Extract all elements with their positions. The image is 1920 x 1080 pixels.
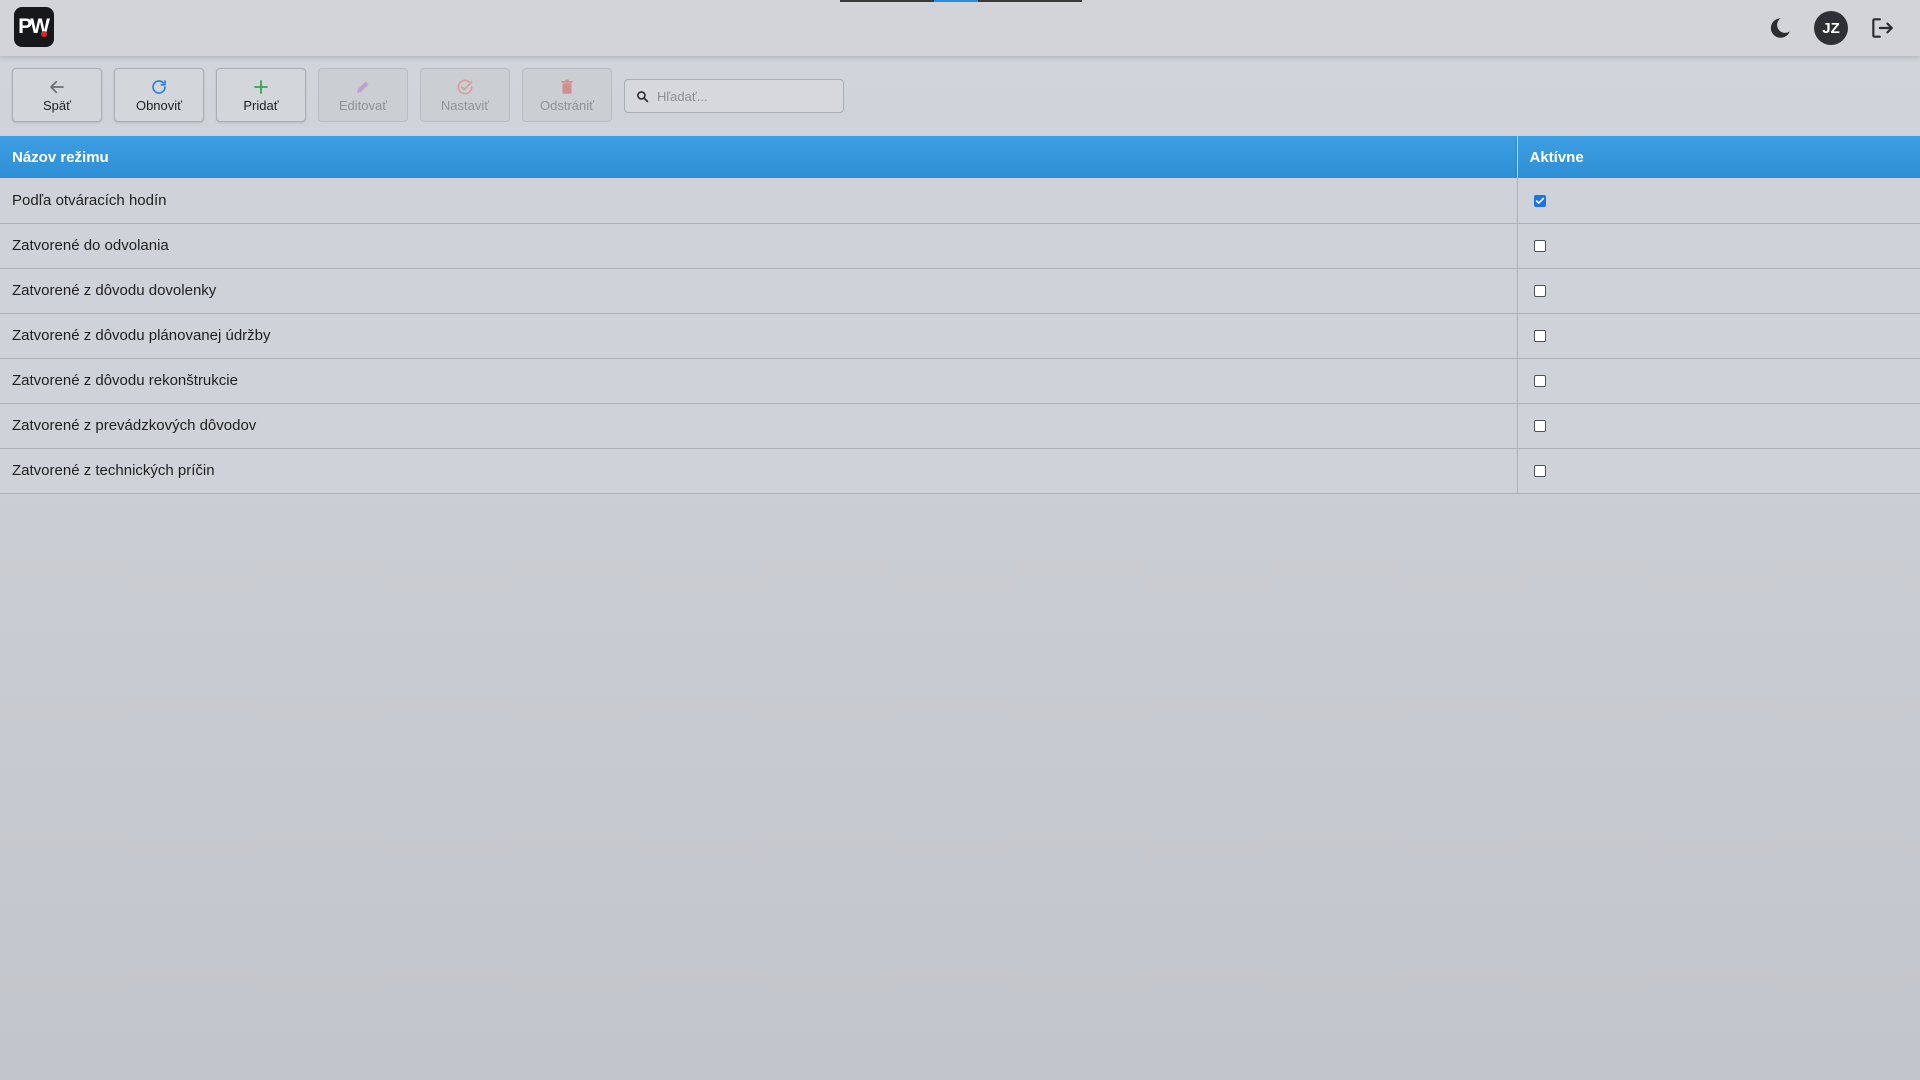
edit-button-label: Editovať <box>338 98 388 113</box>
set-button-label: Nastaviť <box>440 98 490 113</box>
back-button[interactable]: Späť <box>12 68 102 122</box>
search-box[interactable] <box>624 79 844 113</box>
mode-name-cell: Zatvorené z dôvodu rekonštrukcie <box>0 358 1518 404</box>
delete-button-label: Odstrániť <box>539 98 594 113</box>
active-checkbox[interactable] <box>1533 240 1546 252</box>
mode-name-cell: Podľa otváracích hodín <box>0 178 1518 224</box>
trash-icon <box>557 77 577 97</box>
logout-icon <box>1872 18 1893 38</box>
active-cell <box>1517 313 1920 359</box>
plus-icon <box>251 77 271 97</box>
app-page: PW JZ Späť Obnoviť Pridať Editovať Nasta… <box>0 0 1920 1080</box>
refresh-icon <box>149 77 169 97</box>
modes-table-container: Názov režimu Aktívne Podľa otváracích ho… <box>0 136 1920 494</box>
table-row[interactable]: Zatvorené z prevádzkových dôvodov <box>0 403 1920 449</box>
column-header-name[interactable]: Názov režimu <box>0 136 1518 178</box>
toolbar: Späť Obnoviť Pridať Editovať Nastaviť Od… <box>0 56 1920 136</box>
edit-button[interactable]: Editovať <box>318 68 408 122</box>
table-header-row: Názov režimu Aktívne <box>0 136 1920 178</box>
table-row[interactable]: Zatvorené z dôvodu plánovanej údržby <box>0 313 1920 359</box>
mode-name-cell: Zatvorené z technických príčin <box>0 448 1518 494</box>
active-checkbox[interactable] <box>1533 465 1546 477</box>
check-circle-icon <box>455 77 475 97</box>
mode-name-cell: Zatvorené z dôvodu plánovanej údržby <box>0 313 1518 359</box>
mode-name-cell: Zatvorené z dôvodu dovolenky <box>0 268 1518 314</box>
active-cell <box>1517 178 1920 224</box>
active-cell <box>1517 448 1920 494</box>
user-avatar[interactable]: JZ <box>1814 11 1848 45</box>
top-actions: JZ <box>1762 10 1900 46</box>
mode-name-cell: Zatvorené do odvolania <box>0 223 1518 269</box>
loading-indicator <box>840 0 1082 2</box>
table-row[interactable]: Zatvorené z dôvodu dovolenky <box>0 268 1920 314</box>
table-row[interactable]: Zatvorené do odvolania <box>0 223 1920 269</box>
back-button-label: Späť <box>42 98 71 113</box>
add-button-label: Pridať <box>243 98 279 113</box>
active-cell <box>1517 268 1920 314</box>
table-body: Podľa otváracích hodín Zatvorené do odvol… <box>0 178 1920 494</box>
loading-indicator-accent <box>934 0 978 2</box>
app-logo[interactable]: PW <box>14 7 54 47</box>
modes-table: Názov režimu Aktívne Podľa otváracích ho… <box>0 136 1920 494</box>
search-icon <box>635 89 649 103</box>
delete-button[interactable]: Odstrániť <box>522 68 612 122</box>
active-checkbox[interactable] <box>1533 375 1546 387</box>
active-checkbox[interactable] <box>1533 194 1546 207</box>
active-cell <box>1517 358 1920 404</box>
logout-button[interactable] <box>1864 10 1900 46</box>
active-checkbox[interactable] <box>1533 420 1546 432</box>
checkmark-icon <box>1535 197 1544 204</box>
search-input[interactable] <box>657 88 827 104</box>
set-button[interactable]: Nastaviť <box>420 68 510 122</box>
pencil-icon <box>353 77 373 97</box>
active-checkbox[interactable] <box>1533 285 1546 297</box>
arrow-left-icon <box>47 77 67 97</box>
table-row[interactable]: Zatvorené z technických príčin <box>0 448 1920 494</box>
add-button[interactable]: Pridať <box>216 68 306 122</box>
table-row[interactable]: Zatvorené z dôvodu rekonštrukcie <box>0 358 1920 404</box>
table-row[interactable]: Podľa otváracích hodín <box>0 178 1920 224</box>
active-cell <box>1517 223 1920 269</box>
dark-mode-toggle[interactable] <box>1762 10 1798 46</box>
app-logo-dot <box>41 31 47 37</box>
dark-mode-icon <box>1770 18 1790 38</box>
refresh-button-label: Obnoviť <box>135 98 183 113</box>
user-initials: JZ <box>1822 19 1840 37</box>
refresh-button[interactable]: Obnoviť <box>114 68 204 122</box>
mode-name-cell: Zatvorené z prevádzkových dôvodov <box>0 403 1518 449</box>
active-checkbox[interactable] <box>1533 330 1546 342</box>
active-cell <box>1517 403 1920 449</box>
column-header-active[interactable]: Aktívne <box>1517 136 1920 178</box>
top-app-bar: PW JZ <box>0 0 1920 56</box>
